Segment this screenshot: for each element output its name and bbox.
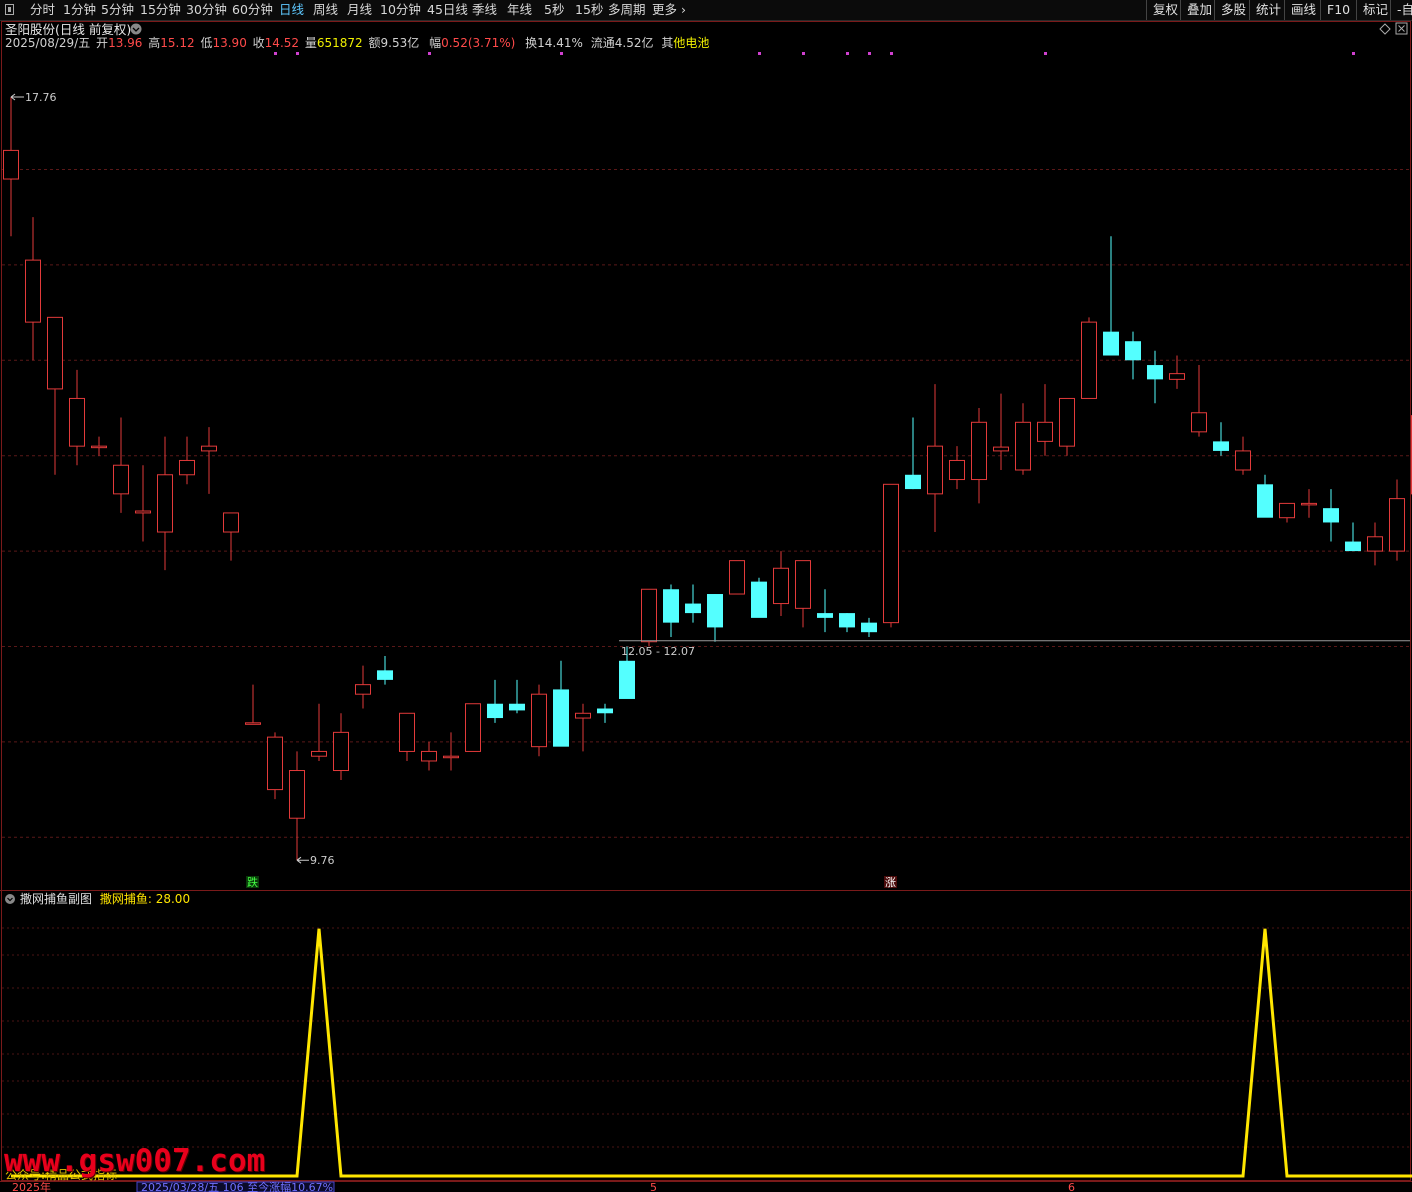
period-tab-9[interactable]: 10分钟 [380, 0, 421, 20]
sector-prefix: 其 [661, 36, 673, 50]
month-label-5: 5 [650, 1181, 657, 1192]
candle-34 [751, 577, 767, 618]
period-tab-6[interactable]: 日线 [279, 0, 304, 20]
period-tab-12[interactable]: 年线 [507, 0, 532, 20]
amount-label: 额 [369, 36, 381, 50]
watermark: www.gsw007.com [4, 1143, 266, 1179]
candle-40 [883, 483, 899, 628]
tool-button-4[interactable]: 画线 [1284, 0, 1316, 20]
period-tab-7[interactable]: 周线 [313, 0, 338, 20]
signal-down-badge: 跌 [246, 875, 259, 889]
quote-date: 2025/08/29/五 [5, 36, 90, 50]
svg-text:跌: 跌 [247, 875, 258, 889]
period-tab-16[interactable]: 更多 › [652, 0, 686, 20]
change-label: 幅 [429, 35, 441, 50]
range-label: 12.05 - 12.07 [621, 645, 695, 658]
candle-33 [729, 560, 745, 595]
range-info: 2025/03/28/五 106 至今涨幅10.67% [141, 1180, 333, 1192]
tool-button-3[interactable]: 统计 [1249, 0, 1281, 20]
ohlc-info-line: 2025/08/29/五 开13.96 高15.12 低13.90 收14.52… [5, 35, 709, 50]
period-tab-0[interactable]: 分时 [30, 0, 55, 20]
volume-value: 651872 [317, 36, 363, 50]
candle-21 [465, 703, 481, 752]
period-tab-2[interactable]: 5分钟 [101, 0, 134, 20]
event-dot-9 [1044, 52, 1047, 55]
period-tab-15[interactable]: 多周期 [608, 0, 646, 20]
period-tab-11[interactable]: 季线 [472, 0, 497, 20]
open-value: 13.96 [108, 36, 142, 50]
period-tab-5[interactable]: 60分钟 [232, 0, 273, 20]
volume-label: 量 [305, 36, 317, 50]
signal-up-badge: 涨 [884, 876, 897, 889]
tool-button-6[interactable]: 标记 [1356, 0, 1388, 20]
close-label: 收 [253, 36, 265, 50]
period-tab-13[interactable]: 5秒 [544, 0, 564, 20]
high-value: 15.12 [160, 36, 194, 50]
period-tab-3[interactable]: 15分钟 [140, 0, 181, 20]
max-label: 17.76 [25, 91, 57, 104]
amount-value: 9.53亿 [381, 35, 420, 50]
tool-button-1[interactable]: 叠加 [1180, 0, 1212, 20]
candle-12 [267, 732, 283, 800]
subchart-title: 撒网捕鱼副图 [20, 891, 92, 906]
event-dot-4 [758, 52, 761, 55]
turnover-value: 14.41% [537, 36, 583, 50]
min-label: 9.76 [310, 854, 335, 867]
period-tab-14[interactable]: 15秒 [575, 0, 603, 20]
event-dot-6 [846, 52, 849, 55]
candle-49 [1081, 317, 1097, 399]
tool-button-7[interactable]: -自 [1390, 0, 1412, 20]
low-value: 13.90 [212, 36, 246, 50]
event-dot-5 [802, 52, 805, 55]
indicator-name: 撒网捕鱼 [100, 891, 148, 906]
open-label: 开 [96, 36, 108, 50]
event-dot-1 [296, 52, 299, 55]
period-toolbar: 分时 1分钟 5分钟 15分钟 30分钟 60分钟 日线 周线 月线 10分钟 45日线 季线 年线 5秒… [0, 0, 1412, 21]
period-tab-4[interactable]: 30分钟 [186, 0, 227, 20]
low-label: 低 [200, 36, 212, 50]
chart-canvas[interactable]: 圣阳股份(日线 前复权) 2025/08/29/五 开13.96 高15.12 … [0, 21, 1412, 1192]
high-label: 高 [148, 35, 160, 50]
float-value: 4.52亿 [615, 35, 654, 50]
tool-button-2[interactable]: 多股 [1214, 0, 1246, 20]
float-label: 流通 [591, 36, 615, 50]
event-dot-8 [890, 52, 893, 55]
event-dot-7 [868, 52, 871, 55]
tool-button-5[interactable]: F10 [1320, 0, 1350, 20]
svg-text:涨: 涨 [885, 876, 896, 889]
subchart-menu-icon[interactable] [5, 894, 15, 904]
turnover-label: 换 [525, 36, 537, 50]
subchart-title-line: 撒网捕鱼副图 撒网捕鱼: 28.00 [20, 891, 190, 906]
sector-value: 他电池 [673, 36, 709, 50]
indicator-value: 28.00 [156, 892, 190, 906]
stock-title: 圣阳股份(日线 前复权) [5, 22, 131, 37]
period-tab-1[interactable]: 1分钟 [63, 0, 96, 20]
month-label-6: 6 [1068, 1181, 1075, 1192]
event-dot-3 [560, 52, 563, 55]
event-dot-2 [428, 52, 431, 55]
candle-24 [531, 684, 547, 757]
period-tab-10[interactable]: 45日线 [427, 0, 468, 20]
tool-button-0[interactable]: 复权 [1146, 0, 1178, 20]
close-value: 14.52 [265, 36, 299, 50]
period-tab-8[interactable]: 月线 [347, 0, 372, 20]
candle-29 [641, 588, 657, 647]
window-icon[interactable] [5, 4, 14, 15]
event-dot-0 [274, 52, 277, 55]
title-dropdown-icon[interactable] [130, 23, 142, 35]
event-dot-10 [1352, 52, 1355, 55]
change-value: 0.52(3.71%) [441, 36, 515, 50]
